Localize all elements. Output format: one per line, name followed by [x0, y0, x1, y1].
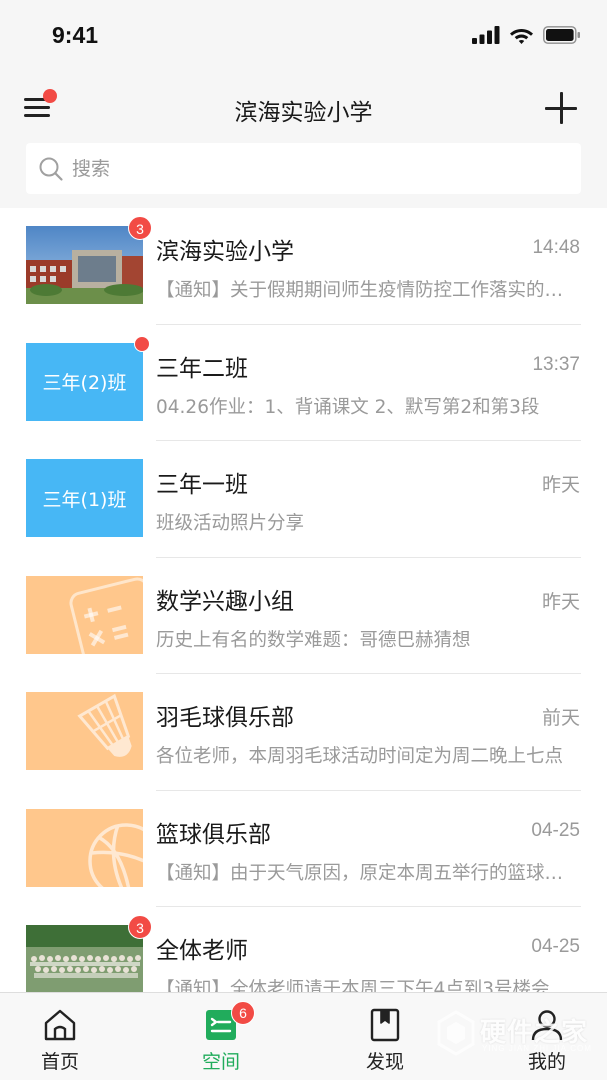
- conversation-name: 滨海实验小学: [156, 239, 294, 265]
- avatar: 3: [26, 216, 152, 304]
- tab-home[interactable]: 首页: [0, 993, 120, 1080]
- conversation-time: 14:48: [532, 237, 580, 258]
- conversation-time: 04-25: [531, 936, 580, 957]
- tab-label: 发现: [365, 1051, 404, 1073]
- conversation-item[interactable]: 数学兴趣小组 昨天 历史上有名的数学难题：哥德巴赫猜想: [0, 558, 607, 674]
- avatar: 三年(2)班: [26, 335, 150, 421]
- battery-icon: [543, 26, 580, 44]
- conversation-item[interactable]: 3 全体老师 04-25 【通知】全体老师请于本周三下午4点到3号楼会议室开会: [0, 907, 607, 992]
- conversation-preview: 04.26作业：1、背诵课文 2、默写第2和第3段: [156, 396, 540, 418]
- tab-space[interactable]: 6 空间: [161, 993, 281, 1080]
- watermark-subtext: YING JIAN ZHI JIA.COM: [482, 1044, 592, 1053]
- conversation-time: 昨天: [541, 475, 580, 496]
- wifi-icon: [510, 29, 533, 44]
- conversation-item[interactable]: 三年(1)班 三年一班 昨天 班级活动照片分享: [0, 441, 607, 558]
- school-photo: [26, 226, 143, 304]
- conversation-item[interactable]: 羽毛球俱乐部 前天 各位老师，本周羽毛球活动时间定为周二晚上七点: [0, 674, 607, 791]
- status-icons: [472, 26, 581, 44]
- conversation-preview: 班级活动照片分享: [156, 513, 305, 534]
- conversation-item[interactable]: 三年(2)班 三年二班 13:37 04.26作业：1、背诵课文 2、默写第2和…: [0, 325, 607, 441]
- avatar: [26, 575, 143, 654]
- conversation-list: 3 滨海实验小学 14:48 【通知】关于假期期间师生疫情防控工作落实的通知 三…: [0, 208, 607, 992]
- signal-icon: [472, 26, 500, 44]
- status-time: 9:41: [52, 22, 99, 48]
- avatar: 3: [26, 915, 152, 992]
- home-icon: [44, 1009, 76, 1041]
- tab-label: 首页: [40, 1051, 79, 1073]
- conversation-name: 数学兴趣小组: [156, 588, 294, 615]
- conversation-item[interactable]: 3 滨海实验小学 14:48 【通知】关于假期期间师生疫情防控工作落实的通知: [0, 208, 607, 325]
- search-input[interactable]: [72, 143, 562, 194]
- shuttlecock-icon: [26, 692, 143, 770]
- avatar-label: 三年(2)班: [42, 372, 127, 394]
- conversation-preview: 历史上有名的数学难题：哥德巴赫猜想: [156, 629, 471, 651]
- conversation-name: 三年二班: [156, 355, 248, 382]
- calculator-icon: [26, 575, 143, 654]
- avatar: 三年(1)班: [26, 459, 143, 537]
- conversation-time: 13:37: [532, 353, 580, 375]
- conversation-item[interactable]: 篮球俱乐部 04-25 【通知】由于天气原因，原定本周五举行的篮球赛延期: [0, 791, 607, 907]
- search-bar[interactable]: [26, 143, 581, 194]
- class-avatar-tile: 三年(1)班: [26, 459, 143, 537]
- basketball-icon: [26, 808, 143, 887]
- avatar: [26, 808, 143, 887]
- unread-badge: 3: [128, 216, 152, 240]
- watermark-logo: 硬件之家 YING JIAN ZHI JIA.COM: [436, 1008, 596, 1058]
- conversation-name: 三年一班: [156, 472, 248, 498]
- unread-badge: 3: [128, 915, 152, 939]
- hexagon-logo-icon: [437, 1010, 475, 1056]
- search-icon: [39, 157, 63, 181]
- conversation-name: 篮球俱乐部: [156, 821, 271, 848]
- unread-dot: [134, 335, 150, 352]
- conversation-name: 全体老师: [156, 938, 248, 964]
- conversation-preview: 【通知】关于假期期间师生疫情防控工作落实的通知: [156, 280, 581, 301]
- nav-bar: 滨海实验小学: [0, 76, 607, 138]
- page-title: 滨海实验小学: [234, 100, 373, 126]
- tab-label: 空间: [201, 1051, 240, 1073]
- tab-badge: 6: [231, 1001, 255, 1025]
- add-button[interactable]: [545, 92, 577, 124]
- avatar: [26, 692, 143, 770]
- avatar-label: 三年(1)班: [42, 488, 127, 511]
- conversation-time: 前天: [541, 708, 580, 729]
- conversation-time: 昨天: [541, 591, 580, 613]
- group-photo: [26, 925, 143, 992]
- conversation-time: 04-25: [531, 819, 580, 841]
- tab-discover[interactable]: 发现: [325, 993, 445, 1080]
- conversation-preview: 【通知】全体老师请于本周三下午4点到3号楼会议室开会: [156, 979, 581, 992]
- bookmark-icon: [370, 1008, 400, 1042]
- status-bar: 9:41: [0, 0, 607, 76]
- class-avatar-tile: 三年(2)班: [26, 342, 143, 421]
- conversation-preview: 各位老师，本周羽毛球活动时间定为周二晚上七点: [156, 746, 564, 767]
- conversation-preview: 【通知】由于天气原因，原定本周五举行的篮球赛延期: [156, 862, 581, 884]
- conversation-name: 羽毛球俱乐部: [156, 705, 294, 731]
